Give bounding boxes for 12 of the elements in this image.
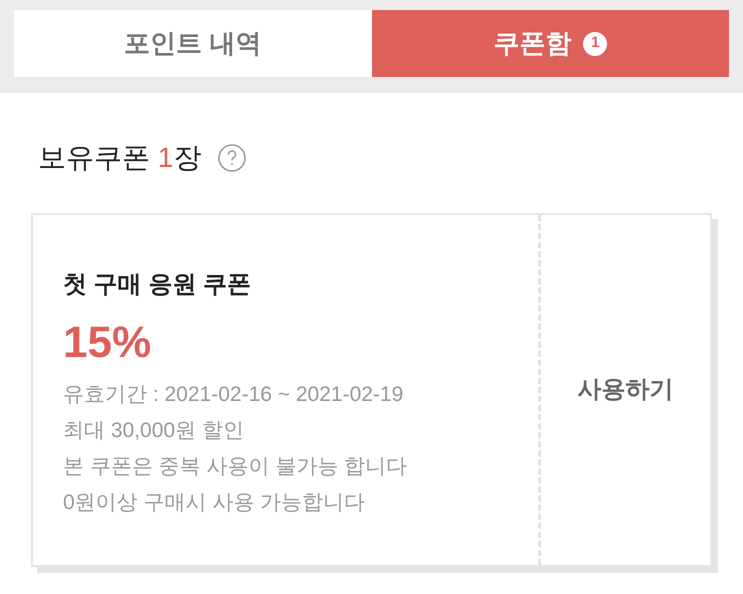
discount-rate: 15% <box>63 321 152 365</box>
coupon-detail: 0원이상 구매시 사용 가능합니다 <box>63 490 366 516</box>
count-badge: 1 <box>583 32 608 56</box>
help-icon[interactable] <box>217 143 248 173</box>
coupon-detail: 최대 30,000원 할인 <box>63 418 245 444</box>
coupon-count-label: 보유쿠폰 1장 <box>38 141 202 175</box>
coupon-detail: 본 쿠폰은 중복 사용이 불가능 합니다 <box>63 454 408 480</box>
tab[interactable]: 포인트 내역 <box>14 10 372 77</box>
use-coupon-button[interactable]: 사용하기 <box>578 372 674 408</box>
coupon-title: 첫 구매 응원 쿠폰 <box>63 270 252 300</box>
coupon-detail: 유효기간 : 2021-02-16 ~ 2021-02-19 <box>63 382 404 408</box>
tab[interactable]: 쿠폰함 1 <box>372 10 729 77</box>
